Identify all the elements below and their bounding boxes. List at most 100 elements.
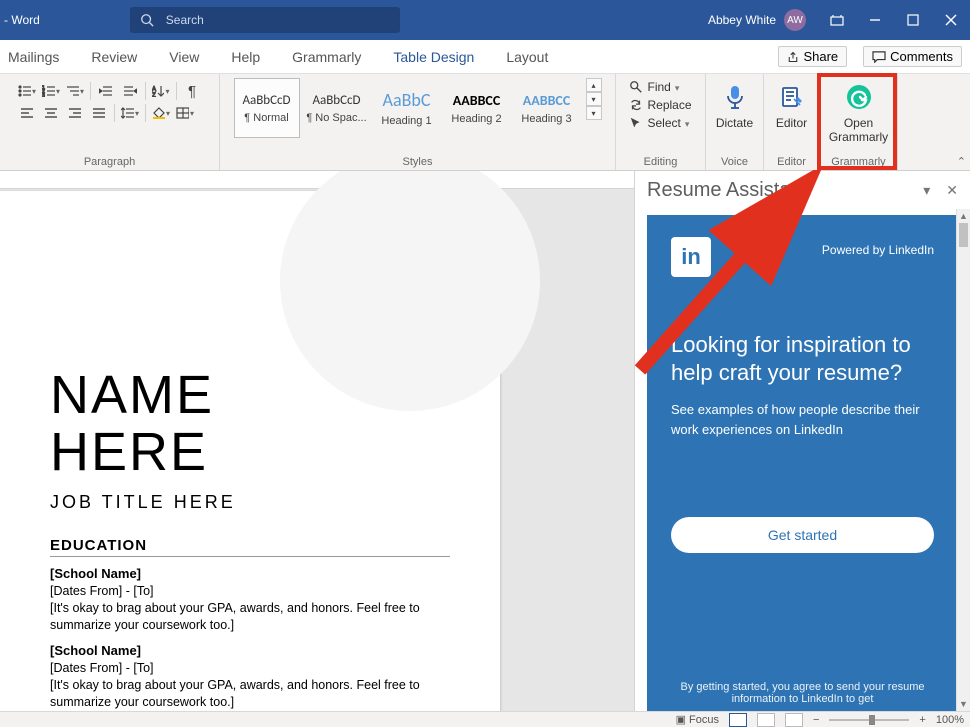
minimize-button[interactable] (856, 0, 894, 40)
pane-title: Resume Assistant (647, 179, 807, 202)
dictate-button[interactable]: Dictate (707, 78, 763, 130)
find-button[interactable]: Find (629, 80, 679, 94)
ribbon: 123 AZ ¶ Paragraph (0, 74, 970, 171)
pane-subtext: See examples of how people describe thei… (671, 400, 934, 439)
style--no-spac-[interactable]: AaBbCcD¶ No Spac... (304, 78, 370, 138)
scroll-down-icon[interactable]: ▼ (957, 697, 970, 711)
tab-mailings[interactable]: Mailings (8, 49, 59, 65)
maximize-button[interactable] (894, 0, 932, 40)
tab-review[interactable]: Review (91, 49, 137, 65)
ribbon-tabs: Mailings Review View Help Grammarly Table Des… (0, 40, 970, 74)
ribbon-display-options-icon[interactable] (818, 0, 856, 40)
zoom-in-button[interactable]: + (919, 714, 925, 726)
styles-group-label: Styles (226, 156, 609, 168)
education-entry-1[interactable]: [School Name] [Dates From] - [To] [It's … (50, 565, 450, 634)
document-page[interactable]: NAME HERE JOB TITLE HERE EDUCATION [Scho… (0, 191, 500, 711)
svg-text:Z: Z (152, 93, 156, 97)
resume-assistant-pane: Resume Assistant ▾ ✕ in Powered by Linke… (634, 171, 970, 711)
editor-button[interactable]: Editor (764, 78, 820, 130)
window-title: - Word (4, 13, 40, 27)
resume-name-line2[interactable]: HERE (50, 424, 476, 481)
view-read-mode-icon[interactable] (757, 713, 775, 727)
find-icon (629, 80, 643, 94)
increase-indent-icon[interactable] (121, 82, 139, 100)
powered-by-linkedin-label: Powered by LinkedIn (822, 243, 934, 257)
ruler[interactable] (0, 171, 634, 189)
focus-mode-button[interactable]: ▣ Focus (676, 713, 719, 726)
comment-icon (872, 51, 886, 63)
comments-label: Comments (890, 49, 953, 64)
style-heading-1[interactable]: AaBbCHeading 1 (374, 78, 440, 138)
pane-close-icon[interactable]: ✕ (946, 182, 958, 199)
editing-group-label: Editing (622, 156, 699, 168)
pane-disclaimer: By getting started, you agree to send yo… (671, 681, 934, 705)
share-button[interactable]: Share (778, 46, 847, 67)
sort-icon[interactable]: AZ (152, 82, 170, 100)
zoom-out-button[interactable]: − (813, 714, 819, 726)
tab-grammarly[interactable]: Grammarly (292, 49, 361, 65)
multilevel-list-icon[interactable] (66, 82, 84, 100)
tab-layout[interactable]: Layout (506, 49, 548, 65)
group-styles: AaBbCcD¶ NormalAaBbCcD¶ No Spac...AaBbCH… (220, 74, 616, 170)
avatar: AW (784, 9, 806, 31)
align-left-icon[interactable] (18, 104, 36, 122)
close-button[interactable] (932, 0, 970, 40)
document-viewport[interactable]: NAME HERE JOB TITLE HERE EDUCATION [Scho… (0, 171, 634, 711)
align-center-icon[interactable] (42, 104, 60, 122)
user-name: Abbey White (708, 13, 776, 27)
bullets-icon[interactable] (18, 82, 36, 100)
scroll-up-icon[interactable]: ▲ (957, 209, 970, 223)
section-heading-education[interactable]: EDUCATION (50, 537, 450, 557)
user-identity[interactable]: Abbey White AW (708, 9, 806, 31)
pane-options-icon[interactable]: ▾ (923, 182, 930, 199)
pane-headline: Looking for inspiration to help craft yo… (671, 331, 934, 386)
annotation-highlight-box (817, 73, 897, 170)
education-entry-2[interactable]: [School Name] [Dates From] - [To] [It's … (50, 642, 450, 711)
replace-icon (629, 98, 643, 112)
style-heading-3[interactable]: AABBCCHeading 3 (514, 78, 580, 138)
decrease-indent-icon[interactable] (97, 82, 115, 100)
microphone-icon (720, 82, 750, 112)
styles-up-icon[interactable]: ▴ (586, 78, 602, 92)
zoom-level[interactable]: 100% (936, 714, 964, 726)
numbering-icon[interactable]: 123 (42, 82, 60, 100)
zoom-slider[interactable] (829, 719, 909, 721)
select-button[interactable]: Select (629, 116, 689, 130)
style-heading-2[interactable]: AABBCCHeading 2 (444, 78, 510, 138)
group-editor: Editor Editor (764, 74, 820, 170)
comments-button[interactable]: Comments (863, 46, 962, 67)
dictate-label: Dictate (716, 116, 753, 130)
share-icon (787, 51, 799, 63)
group-voice: Dictate Voice (706, 74, 764, 170)
styles-down-icon[interactable]: ▾ (586, 92, 602, 106)
align-right-icon[interactable] (66, 104, 84, 122)
pane-scrollbar[interactable]: ▲ ▼ (956, 209, 970, 711)
view-web-layout-icon[interactable] (785, 713, 803, 727)
line-spacing-icon[interactable] (121, 104, 139, 122)
search-icon (140, 13, 154, 27)
svg-text:3: 3 (42, 93, 45, 97)
paragraph-group-label: Paragraph (6, 156, 213, 168)
share-label: Share (803, 49, 838, 64)
borders-icon[interactable] (176, 104, 194, 122)
tab-view[interactable]: View (169, 49, 199, 65)
tab-table-design[interactable]: Table Design (393, 49, 474, 65)
search-placeholder: Search (166, 13, 204, 27)
resume-job-title[interactable]: JOB TITLE HERE (50, 492, 476, 513)
styles-more-icon[interactable]: ▾ (586, 106, 602, 120)
status-bar: ▣ Focus − + 100% (0, 711, 970, 727)
editor-group-label: Editor (770, 156, 813, 168)
view-print-layout-icon[interactable] (729, 713, 747, 727)
editor-icon (777, 82, 807, 112)
scroll-thumb[interactable] (959, 223, 968, 247)
collapse-ribbon-icon[interactable]: ⌃ (957, 155, 966, 168)
show-paragraph-marks-icon[interactable]: ¶ (183, 82, 201, 100)
shading-icon[interactable] (152, 104, 170, 122)
get-started-button[interactable]: Get started (671, 517, 934, 553)
tab-help[interactable]: Help (231, 49, 260, 65)
replace-button[interactable]: Replace (629, 98, 691, 112)
justify-icon[interactable] (90, 104, 108, 122)
style--normal[interactable]: AaBbCcD¶ Normal (234, 78, 300, 138)
search-box[interactable]: Search (130, 7, 400, 33)
pane-body: in Powered by LinkedIn Looking for inspi… (647, 215, 958, 711)
